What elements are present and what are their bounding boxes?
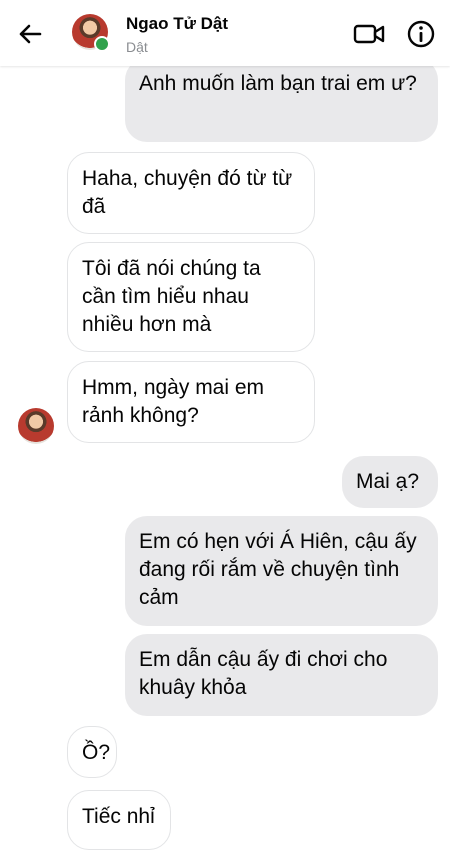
contact-name[interactable]: Ngao Tử Dật bbox=[126, 14, 228, 34]
message-text: Em dẫn cậu ấy đi chơi cho khuây khỏa bbox=[139, 648, 388, 699]
message-bubble-incoming[interactable]: Tôi đã nói chúng ta cần tìm hiểu nhau nh… bbox=[67, 242, 315, 352]
contact-avatar[interactable] bbox=[72, 14, 110, 52]
video-camera-icon bbox=[353, 24, 385, 44]
message-text: Ồ? bbox=[82, 741, 111, 764]
contact-subtitle: Dật bbox=[126, 39, 148, 55]
info-button[interactable] bbox=[406, 19, 436, 49]
message-text: Tiếc nhỉ bbox=[82, 805, 155, 828]
message-text: Hmm, ngày mai em rảnh không? bbox=[82, 376, 265, 427]
message-text: Haha, chuyện đó từ từ đã bbox=[82, 167, 293, 218]
message-bubble-incoming[interactable]: Hmm, ngày mai em rảnh không? bbox=[67, 361, 315, 443]
online-status-dot bbox=[94, 36, 110, 52]
message-bubble-incoming[interactable]: Haha, chuyện đó từ từ đã bbox=[67, 152, 315, 234]
message-bubble-incoming[interactable]: Ồ? bbox=[67, 726, 117, 778]
message-bubble-outgoing[interactable]: Em dẫn cậu ấy đi chơi cho khuây khỏa bbox=[125, 634, 438, 716]
message-bubble-outgoing[interactable]: Em có hẹn với Á Hiên, cậu ấy đang rối rắ… bbox=[125, 516, 438, 626]
message-text: Mai ạ? bbox=[356, 470, 420, 493]
message-text: Em có hẹn với Á Hiên, cậu ấy đang rối rắ… bbox=[139, 530, 417, 609]
info-icon bbox=[407, 20, 435, 48]
message-text: Tôi đã nói chúng ta cần tìm hiểu nhau nh… bbox=[82, 257, 261, 336]
message-bubble-outgoing[interactable]: Mai ạ? bbox=[342, 456, 438, 508]
message-bubble-outgoing[interactable]: Anh muốn làm bạn trai em ư? bbox=[125, 58, 438, 142]
message-text: Anh muốn làm bạn trai em ư? bbox=[139, 72, 417, 95]
arrow-left-icon bbox=[19, 24, 42, 44]
chat-header: Ngao Tử Dật Dật bbox=[0, 0, 450, 66]
back-button[interactable] bbox=[14, 18, 46, 50]
sender-avatar[interactable] bbox=[18, 408, 54, 444]
video-call-button[interactable] bbox=[352, 18, 386, 50]
message-bubble-incoming[interactable]: Tiếc nhỉ bbox=[67, 790, 171, 850]
